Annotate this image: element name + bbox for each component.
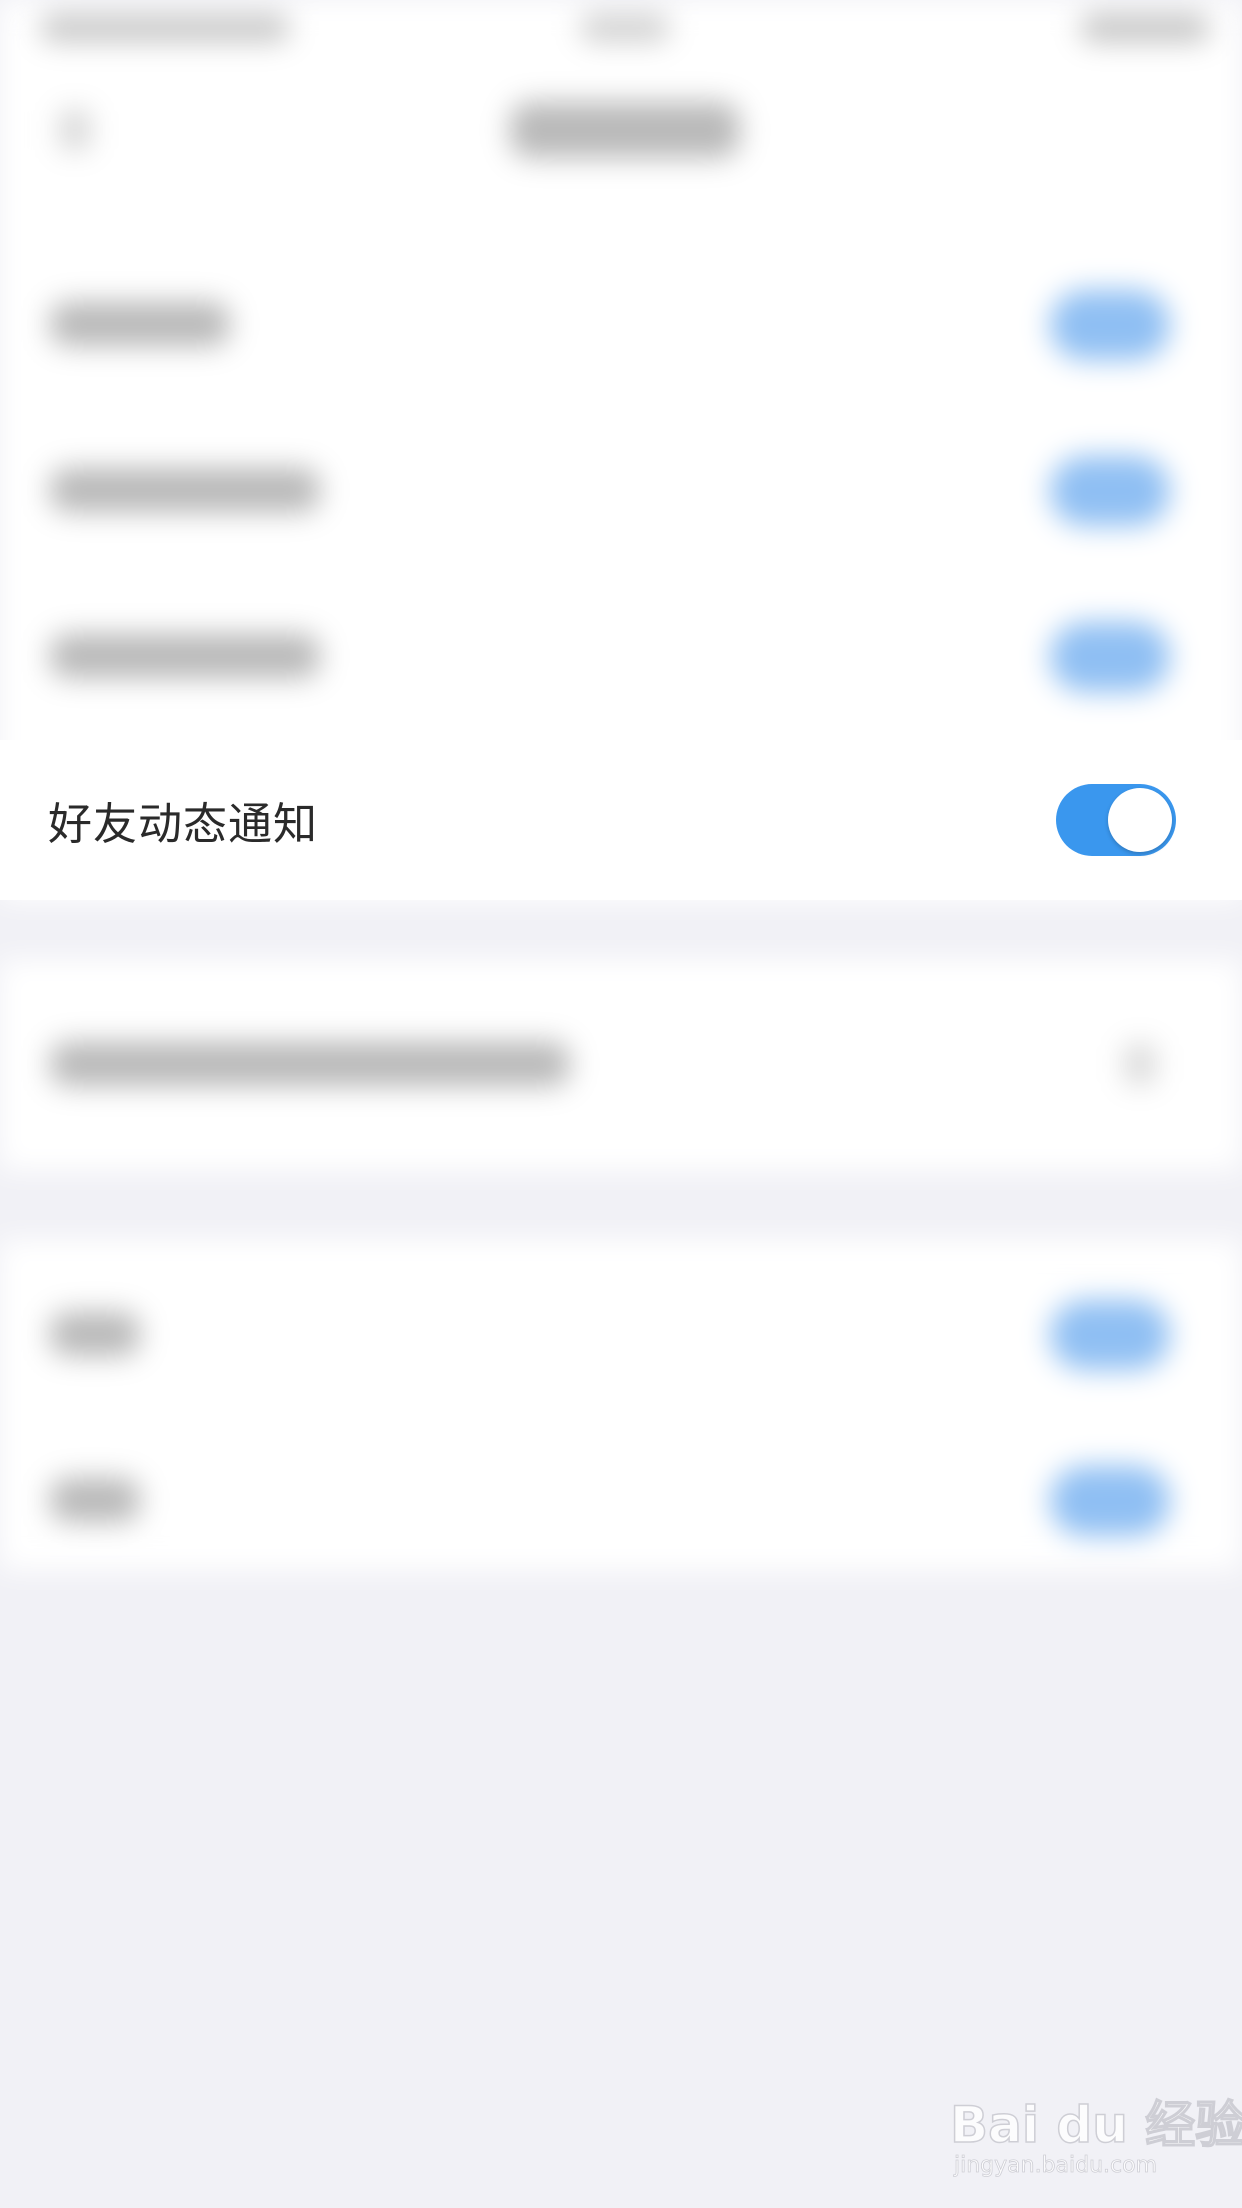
toggle-knob [1108,788,1172,852]
blurred-background [0,0,1242,2208]
page-title [510,102,740,158]
setting-row-6-label [50,1478,140,1522]
status-bar-carrier [40,14,290,42]
setting-row-5-label [50,1312,140,1356]
watermark-logo: Bai du 经验 [949,2095,1242,2155]
settings-screen: 好友动态通知 Bai du 经验 jingyan.baidu.com [0,0,1242,2208]
status-bar-battery-icon [1080,14,1210,42]
nav-bar [0,60,1242,200]
watermark-url: jingyan.baidu.com [954,2153,1158,2179]
chevron-right-icon [1125,1044,1155,1084]
setting-row-2-toggle[interactable] [1050,456,1170,526]
setting-row-friend-activity[interactable]: 好友动态通知 [0,740,1242,900]
settings-group-2 [0,960,1242,1170]
setting-row-1-label [50,302,230,346]
setting-row-3-toggle[interactable] [1050,622,1170,692]
baidu-jingyan-watermark: Bai du 经验 jingyan.baidu.com [949,2075,1242,2185]
setting-row-1-toggle[interactable] [1050,290,1170,360]
setting-row-3-label [50,634,320,678]
friend-activity-toggle[interactable] [1056,784,1176,856]
status-bar [0,0,1242,60]
setting-row-5-toggle[interactable] [1050,1300,1170,1370]
setting-row-label: 好友动态通知 [48,799,318,850]
status-bar-time [580,14,670,42]
setting-row-4-label [50,1042,570,1086]
settings-group-3 [0,1240,1242,1570]
back-icon[interactable] [60,110,90,150]
setting-row-6-toggle[interactable] [1050,1466,1170,1536]
setting-row-2-label [50,468,320,512]
